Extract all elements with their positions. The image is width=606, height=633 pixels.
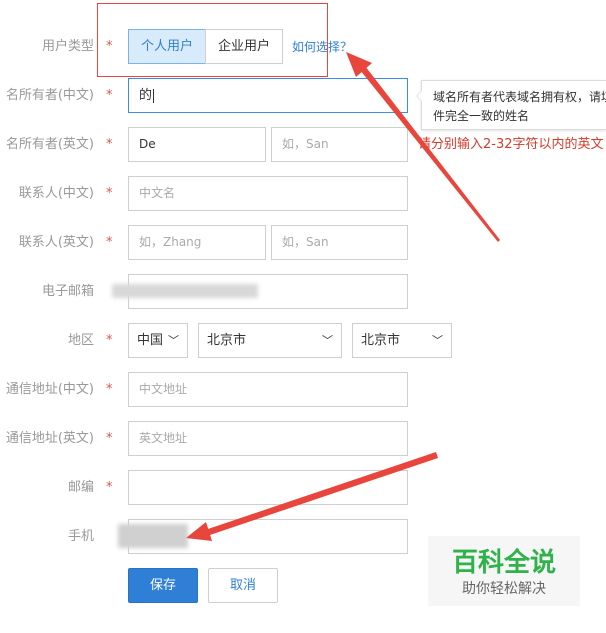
contact-cn-label: 联系人(中文)	[18, 186, 94, 201]
email-label: 电子邮箱	[41, 284, 94, 299]
contact-cn-input[interactable]: 中文名	[128, 176, 408, 211]
postcode-input[interactable]	[128, 470, 408, 505]
required-mark: *	[106, 480, 113, 495]
owner-cn-label: 名所有者(中文)	[5, 88, 94, 103]
postcode-label: 邮编	[67, 480, 94, 495]
region-label: 地区	[67, 333, 94, 348]
required-mark: *	[106, 88, 113, 103]
tooltip-line-2: 件完全一致的姓名	[433, 109, 530, 123]
owner-tooltip: 域名所有者代表域名拥有权，请填 件完全一致的姓名	[421, 80, 606, 130]
owner-en-error-hint: 请分别输入2-32字符以内的英文	[418, 137, 604, 152]
contact-en-last-input[interactable]: 如，San	[271, 225, 408, 260]
tooltip-line-1: 域名所有者代表域名拥有权，请填	[433, 90, 606, 104]
required-mark: *	[106, 137, 113, 152]
owner-en-label: 名所有者(英文)	[5, 137, 94, 152]
tooltip-arrow-fill-icon	[417, 91, 422, 101]
watermark: 百科全说 助你轻松解决	[428, 536, 580, 606]
province-value: 北京市	[207, 333, 247, 348]
annotation-highlight-box	[97, 3, 328, 77]
required-mark: *	[106, 382, 113, 397]
city-value: 北京市	[361, 333, 401, 348]
contact-en-label: 联系人(英文)	[18, 235, 94, 250]
required-mark: *	[106, 186, 113, 201]
owner-en-first-input[interactable]: De	[128, 127, 266, 162]
required-mark: *	[106, 333, 113, 348]
text-cursor	[153, 88, 155, 103]
province-select[interactable]: 北京市 ﹀	[198, 323, 342, 358]
owner-cn-value: 的	[139, 88, 153, 103]
address-en-input[interactable]: 英文地址	[128, 421, 408, 456]
address-cn-input[interactable]: 中文地址	[128, 372, 408, 407]
watermark-subtitle: 助你轻松解决	[462, 581, 546, 597]
chevron-down-icon: ﹀	[168, 334, 179, 347]
address-en-label: 通信地址(英文)	[5, 431, 94, 446]
owner-en-last-input[interactable]: 如，San	[271, 127, 408, 162]
required-mark: *	[106, 235, 113, 250]
country-select[interactable]: 中国 ﹀	[128, 323, 188, 358]
required-mark: *	[106, 431, 113, 446]
phone-redacted	[118, 524, 188, 548]
phone-label: 手机	[67, 529, 94, 544]
address-cn-label: 通信地址(中文)	[5, 382, 94, 397]
user-type-label: 用户类型	[41, 39, 94, 54]
watermark-title: 百科全说	[451, 548, 556, 578]
chevron-down-icon: ﹀	[432, 334, 443, 347]
save-button[interactable]: 保存	[128, 568, 198, 603]
city-select[interactable]: 北京市 ﹀	[352, 323, 452, 358]
cancel-button[interactable]: 取消	[208, 568, 278, 603]
chevron-down-icon: ﹀	[322, 334, 333, 347]
contact-en-first-input[interactable]: 如，Zhang	[128, 225, 266, 260]
owner-cn-input[interactable]: 的	[128, 78, 408, 113]
country-value: 中国	[137, 333, 164, 348]
email-redacted	[112, 284, 258, 298]
